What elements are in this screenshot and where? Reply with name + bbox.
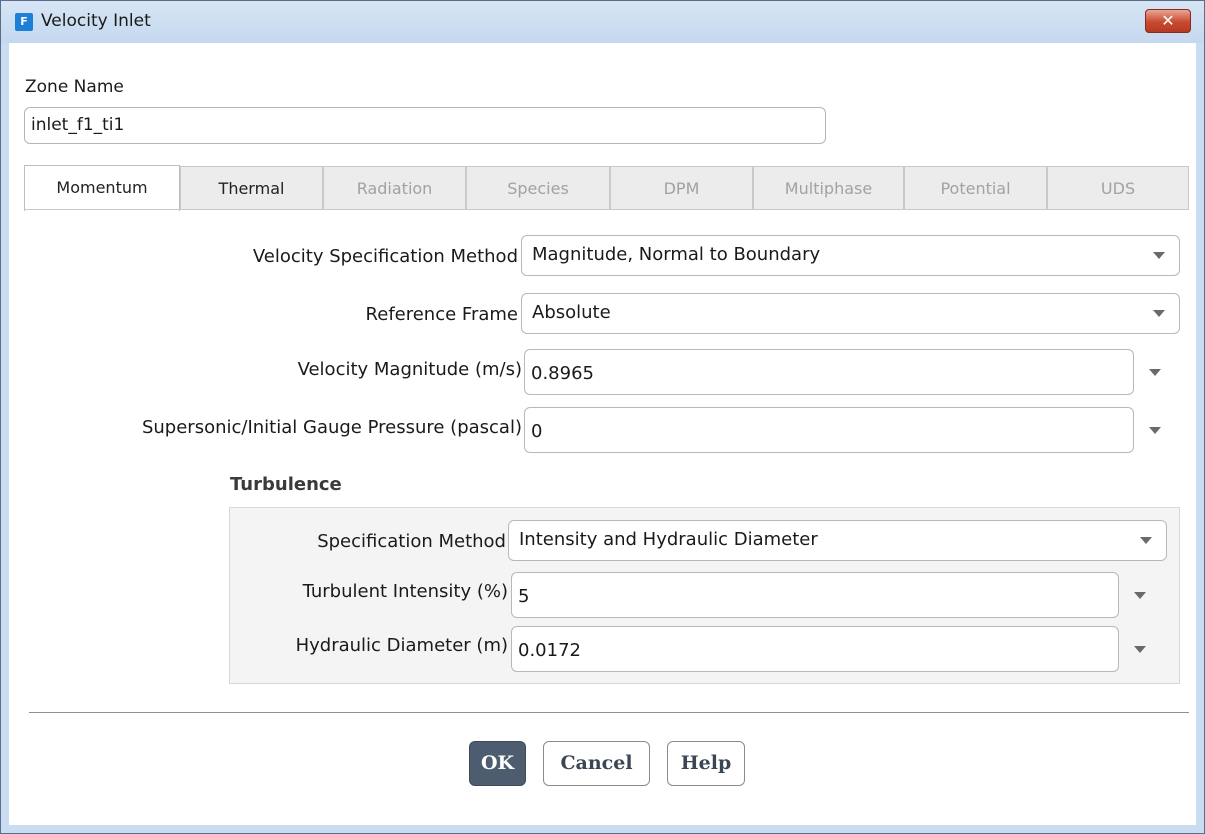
- close-button[interactable]: ✕: [1145, 9, 1191, 33]
- reference-frame-value: Absolute: [532, 302, 611, 323]
- dialog-body: Zone Name inlet_f1_ti1 Momentum Thermal …: [9, 43, 1196, 825]
- tab-dpm: DPM: [610, 166, 753, 209]
- turbulence-spec-method-label: Specification Method: [317, 531, 506, 552]
- zone-name-input[interactable]: inlet_f1_ti1: [24, 107, 826, 144]
- turbulent-intensity-label: Turbulent Intensity (%): [302, 581, 508, 602]
- chevron-down-icon[interactable]: [1149, 369, 1161, 376]
- window-title: Velocity Inlet: [41, 11, 151, 31]
- ok-button[interactable]: OK: [469, 741, 526, 786]
- turbulence-spec-method-dropdown[interactable]: Intensity and Hydraulic Diameter: [508, 520, 1167, 561]
- velocity-spec-method-label: Velocity Specification Method: [252, 246, 518, 267]
- velocity-inlet-dialog: F Velocity Inlet ✕ Zone Name inlet_f1_ti…: [0, 0, 1205, 834]
- chevron-down-icon[interactable]: [1149, 427, 1161, 434]
- tab-uds: UDS: [1047, 166, 1189, 209]
- chevron-down-icon[interactable]: [1134, 592, 1146, 599]
- close-icon: ✕: [1161, 11, 1175, 30]
- velocity-spec-method-dropdown[interactable]: Magnitude, Normal to Boundary: [521, 235, 1180, 276]
- zone-name-label: Zone Name: [25, 77, 124, 97]
- title-bar[interactable]: F Velocity Inlet ✕: [1, 1, 1204, 43]
- velocity-magnitude-label: Velocity Magnitude (m/s): [297, 359, 522, 380]
- chevron-down-icon: [1153, 252, 1165, 259]
- reference-frame-label: Reference Frame: [365, 304, 518, 325]
- tab-potential: Potential: [904, 166, 1047, 209]
- tab-radiation: Radiation: [323, 166, 466, 209]
- chevron-down-icon: [1153, 310, 1165, 317]
- gauge-pressure-input[interactable]: 0: [524, 407, 1134, 453]
- gauge-pressure-label: Supersonic/Initial Gauge Pressure (pasca…: [141, 417, 522, 438]
- tab-divider: [24, 209, 1189, 210]
- velocity-spec-method-value: Magnitude, Normal to Boundary: [532, 244, 821, 265]
- chevron-down-icon: [1140, 537, 1152, 544]
- tab-multiphase: Multiphase: [753, 166, 904, 209]
- tab-bar: Momentum Thermal Radiation Species DPM M…: [24, 165, 1189, 211]
- footer-divider: [29, 712, 1189, 713]
- cancel-button[interactable]: Cancel: [543, 741, 650, 786]
- hydraulic-diameter-input[interactable]: 0.0172: [511, 626, 1119, 672]
- hydraulic-diameter-label: Hydraulic Diameter (m): [295, 635, 508, 656]
- fluent-app-icon: F: [15, 13, 33, 31]
- chevron-down-icon[interactable]: [1134, 646, 1146, 653]
- tab-momentum[interactable]: Momentum: [24, 165, 180, 211]
- reference-frame-dropdown[interactable]: Absolute: [521, 293, 1180, 334]
- turbulence-header: Turbulence: [230, 474, 342, 495]
- tab-thermal[interactable]: Thermal: [180, 166, 323, 209]
- tab-species: Species: [466, 166, 610, 209]
- turbulence-spec-method-value: Intensity and Hydraulic Diameter: [519, 529, 818, 550]
- velocity-magnitude-input[interactable]: 0.8965: [524, 349, 1134, 395]
- help-button[interactable]: Help: [667, 741, 745, 786]
- turbulent-intensity-input[interactable]: 5: [511, 572, 1119, 618]
